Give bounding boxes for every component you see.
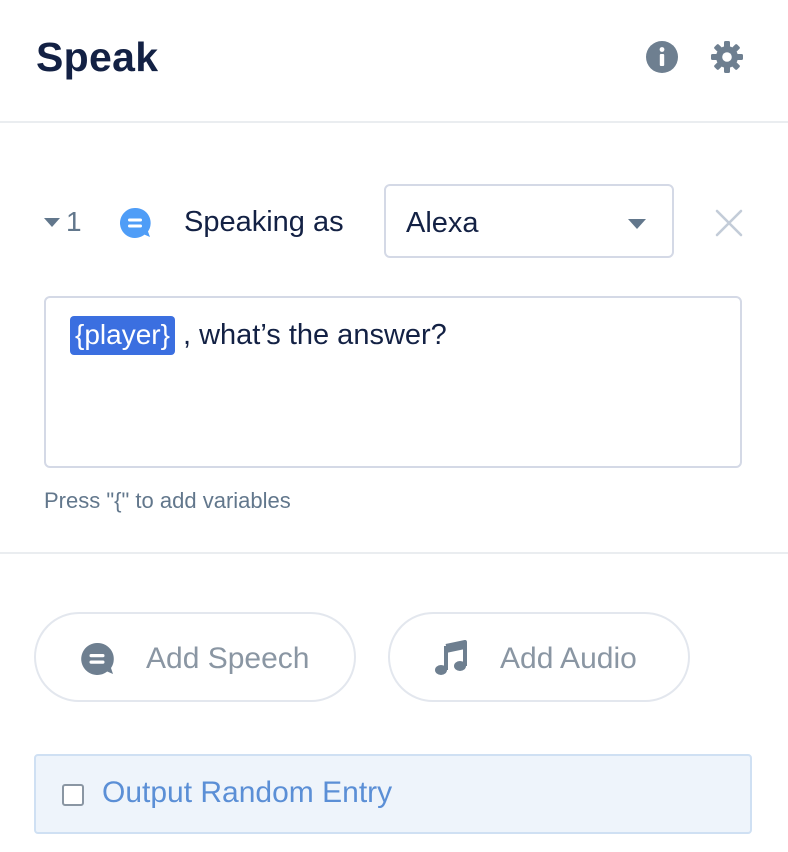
caret-down-icon	[44, 217, 60, 227]
speaking-as-label: Speaking as	[184, 206, 344, 238]
page-title: Speak	[36, 34, 159, 80]
close-icon[interactable]	[712, 206, 746, 240]
speak-panel: Speak 1 Speaking as Alexa {player} , wha…	[0, 0, 788, 852]
item-index: 1	[66, 206, 82, 237]
panel-header: Speak	[0, 0, 788, 123]
speech-bubble-icon	[119, 207, 151, 238]
add-audio-label: Add Audio	[500, 642, 637, 675]
variable-chip[interactable]: {player}	[70, 316, 175, 355]
speech-item-row: 1 Speaking as Alexa	[0, 184, 788, 262]
variable-hint: Press "{" to add variables	[44, 488, 291, 513]
chevron-down-icon	[628, 219, 646, 229]
add-speech-button[interactable]: Add Speech	[34, 612, 356, 702]
speech-content: {player} , what’s the answer?	[70, 316, 447, 355]
voice-select-value: Alexa	[406, 207, 479, 239]
random-entry-option: Output Random Entry	[34, 754, 752, 834]
add-audio-button[interactable]: Add Audio	[388, 612, 690, 702]
random-entry-label[interactable]: Output Random Entry	[102, 776, 392, 810]
add-speech-label: Add Speech	[146, 642, 310, 675]
speech-bubble-icon	[81, 642, 114, 675]
collapse-toggle[interactable]: 1	[44, 206, 82, 238]
speech-text-input[interactable]: {player} , what’s the answer?	[44, 296, 742, 468]
music-note-icon	[435, 640, 467, 675]
speech-text: , what’s the answer?	[182, 319, 447, 351]
voice-select[interactable]: Alexa	[384, 184, 674, 258]
random-entry-checkbox[interactable]	[62, 784, 84, 806]
divider	[0, 552, 788, 554]
gear-icon[interactable]	[710, 40, 744, 74]
info-icon[interactable]	[645, 40, 679, 74]
